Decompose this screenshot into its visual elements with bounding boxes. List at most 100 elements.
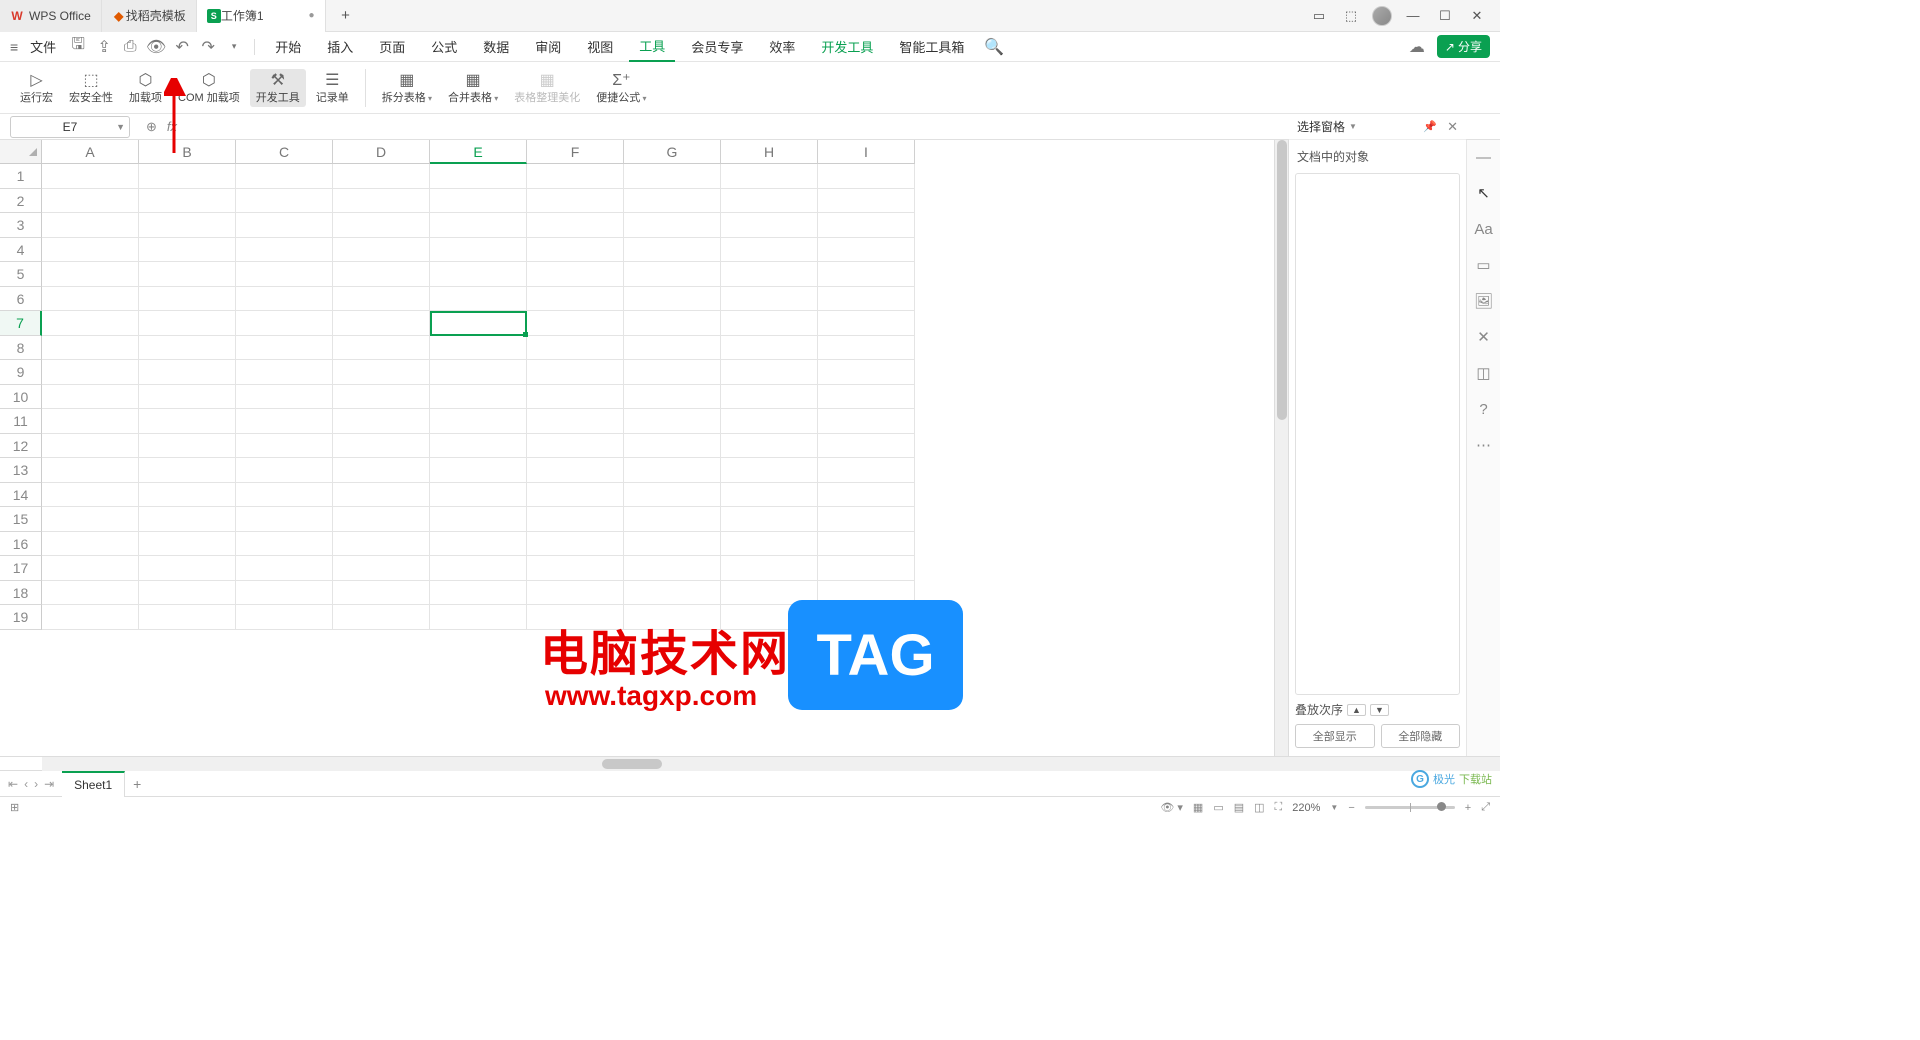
cell[interactable] <box>721 287 818 312</box>
cell[interactable] <box>818 458 915 483</box>
cloud-icon[interactable]: ☁ <box>1407 37 1427 57</box>
cell[interactable] <box>333 556 430 581</box>
prev-sheet-icon[interactable]: ‹ <box>24 777 28 791</box>
cell[interactable] <box>430 360 527 385</box>
cell[interactable] <box>139 164 236 189</box>
cell[interactable] <box>818 164 915 189</box>
row-header[interactable]: 16 <box>0 532 42 557</box>
zoom-drop-icon[interactable]: ▼ <box>1330 803 1338 812</box>
cell[interactable] <box>430 458 527 483</box>
cell[interactable] <box>721 311 818 336</box>
cell[interactable] <box>721 409 818 434</box>
ribbon-quick-formula[interactable]: Σ⁺便捷公式 <box>590 69 652 107</box>
cell[interactable] <box>42 336 139 361</box>
cell[interactable] <box>527 360 624 385</box>
first-sheet-icon[interactable]: ⇤ <box>8 777 18 791</box>
view-normal-icon[interactable]: ▭ <box>1213 801 1223 814</box>
cell[interactable] <box>527 556 624 581</box>
share-button[interactable]: ↗分享 <box>1437 35 1490 58</box>
collapse-icon[interactable]: — <box>1473 146 1495 168</box>
cell[interactable] <box>430 507 527 532</box>
tab-workbook[interactable]: S 工作簿1 ● <box>197 0 326 32</box>
cell[interactable] <box>236 287 333 312</box>
row-header[interactable]: 5 <box>0 262 42 287</box>
hamburger-icon[interactable]: ≡ <box>10 39 18 55</box>
cell[interactable] <box>818 311 915 336</box>
cell[interactable] <box>430 581 527 606</box>
cell[interactable] <box>818 213 915 238</box>
tab-wps-home[interactable]: W WPS Office <box>0 0 102 32</box>
cell[interactable] <box>624 483 721 508</box>
cell[interactable] <box>333 507 430 532</box>
cell[interactable] <box>721 189 818 214</box>
menu-tools[interactable]: 工具 <box>629 32 675 62</box>
cell[interactable] <box>236 238 333 263</box>
cell[interactable] <box>430 434 527 459</box>
qat-preview-icon[interactable]: 👁 <box>146 37 166 57</box>
qat-undo-icon[interactable]: ↶ <box>172 37 192 57</box>
row-header[interactable]: 8 <box>0 336 42 361</box>
menu-view[interactable]: 视图 <box>577 32 623 62</box>
cell[interactable] <box>333 458 430 483</box>
cell[interactable] <box>624 238 721 263</box>
menu-insert[interactable]: 插入 <box>317 32 363 62</box>
cell[interactable] <box>527 336 624 361</box>
menu-data[interactable]: 数据 <box>473 32 519 62</box>
search-fx-icon[interactable]: ⊕ <box>146 119 157 135</box>
cell[interactable] <box>42 311 139 336</box>
col-header-E[interactable]: E <box>430 140 527 164</box>
col-header-I[interactable]: I <box>818 140 915 164</box>
cell[interactable] <box>818 336 915 361</box>
cell[interactable] <box>721 262 818 287</box>
cell[interactable] <box>139 532 236 557</box>
cell[interactable] <box>42 238 139 263</box>
cell[interactable] <box>624 336 721 361</box>
row-header[interactable]: 14 <box>0 483 42 508</box>
menu-start[interactable]: 开始 <box>265 32 311 62</box>
cell[interactable] <box>333 581 430 606</box>
zoom-slider[interactable] <box>1365 806 1455 809</box>
cell[interactable] <box>42 507 139 532</box>
cell[interactable] <box>721 507 818 532</box>
qat-share-icon[interactable]: ⇪ <box>94 37 114 57</box>
tools-icon[interactable]: ✕ <box>1473 326 1495 348</box>
row-header[interactable]: 1 <box>0 164 42 189</box>
hscroll-thumb[interactable] <box>602 759 662 769</box>
chevron-down-icon[interactable]: ▼ <box>116 122 125 132</box>
row-header[interactable]: 4 <box>0 238 42 263</box>
menu-dev[interactable]: 开发工具 <box>811 32 883 62</box>
cell[interactable] <box>818 189 915 214</box>
zoom-in-button[interactable]: + <box>1465 802 1471 814</box>
cell[interactable] <box>139 483 236 508</box>
cell[interactable] <box>721 336 818 361</box>
cell[interactable] <box>139 409 236 434</box>
cell[interactable] <box>333 360 430 385</box>
row-header[interactable]: 13 <box>0 458 42 483</box>
cell[interactable] <box>430 336 527 361</box>
cell[interactable] <box>236 189 333 214</box>
eye-icon[interactable]: 👁 ▾ <box>1160 801 1183 814</box>
cell[interactable] <box>333 483 430 508</box>
pin-icon[interactable]: 📌 <box>1423 120 1437 133</box>
cell[interactable] <box>430 385 527 410</box>
add-sheet-button[interactable]: + <box>125 776 149 792</box>
sheet-tab-sheet1[interactable]: Sheet1 <box>62 771 125 797</box>
menu-review[interactable]: 审阅 <box>525 32 571 62</box>
cell[interactable] <box>527 213 624 238</box>
cell[interactable] <box>236 385 333 410</box>
ribbon-run-macro[interactable]: ▷运行宏 <box>14 69 59 107</box>
cell[interactable] <box>139 605 236 630</box>
cell[interactable] <box>333 385 430 410</box>
close-button[interactable]: ✕ <box>1466 5 1488 27</box>
cell[interactable] <box>818 556 915 581</box>
view-read-icon[interactable]: ◫ <box>1254 801 1264 814</box>
ribbon-dev-tools[interactable]: ⚒开发工具 <box>250 69 306 107</box>
cell[interactable] <box>333 238 430 263</box>
cell[interactable] <box>527 434 624 459</box>
cell[interactable] <box>236 434 333 459</box>
ribbon-record-form[interactable]: ☰记录单 <box>310 69 355 107</box>
cell[interactable] <box>139 336 236 361</box>
tab-templates[interactable]: ◆ 找稻壳模板 <box>102 0 197 32</box>
cell[interactable] <box>721 360 818 385</box>
cell[interactable] <box>527 311 624 336</box>
